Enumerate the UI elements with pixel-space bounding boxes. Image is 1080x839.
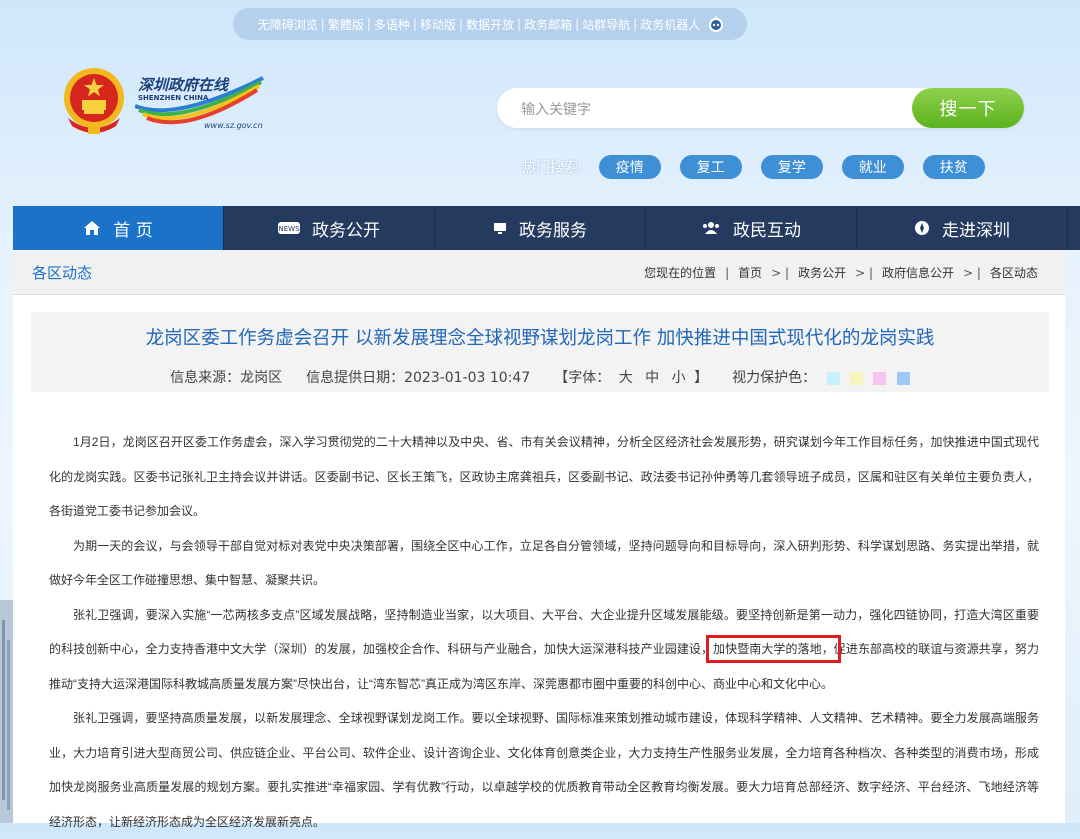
separator: |: [412, 17, 417, 31]
open-data-link[interactable]: 数据开放: [463, 16, 517, 33]
hot-tag-epidemic[interactable]: 疫情: [598, 155, 661, 179]
hot-search-label: 热门搜索:: [522, 160, 583, 176]
nav-explore-shenzhen[interactable]: 走进深圳: [857, 206, 1068, 250]
breadcrumb-home[interactable]: 首页: [735, 264, 765, 281]
search-box: 搜一下: [497, 88, 1024, 128]
gov-robot-link[interactable]: 政务机器人: [637, 16, 703, 33]
breadcrumb-gov-affairs[interactable]: 政务公开: [795, 264, 849, 281]
font-size-control: 【字体： 大 中 小 】: [554, 370, 709, 386]
breadcrumb: 您现在的位置 | 首页 > | 政务公开 > | 政府信息公开 > | 各区动态: [641, 264, 1041, 281]
eye-care-label: 视力保护色：: [732, 370, 817, 386]
eye-care-swatch-blue[interactable]: [896, 371, 910, 385]
article-body: 1月2日，龙岗区召开区委工作务虚会，深入学习贯彻党的二十大精神以及中央、省、市有…: [49, 425, 1039, 839]
nav-home-label: 首 页: [113, 220, 153, 241]
eye-care-swatch-pink[interactable]: [873, 371, 887, 385]
font-small-button[interactable]: 小: [672, 370, 686, 386]
nav-public-interaction[interactable]: 政民互动: [646, 206, 857, 250]
breadcrumb-bar: 各区动态 您现在的位置 | 首页 > | 政务公开 > | 政府信息公开 > |…: [13, 250, 1065, 295]
top-links-bar: 无障碍浏览 | 繁體版 | 多语种 | 移动版 | 数据开放 | 政务邮箱 | …: [233, 8, 747, 40]
paragraph-3: 张礼卫强调，要深入实施“一芯两核多支点”区域发展战略，坚持制造业当家，以大项目、…: [49, 607, 1039, 691]
nav-gov-affairs-public-label: 政务公开: [312, 220, 380, 241]
robot-icon[interactable]: [707, 15, 725, 33]
news-icon: NEWS: [278, 222, 300, 234]
section-title: 各区动态: [32, 264, 93, 282]
article-header: 龙岗区委工作务虚会召开 以新发展理念全球视野谋划龙岗工作 加快推进中国式现代化的…: [31, 312, 1049, 392]
separator: |: [575, 17, 580, 31]
breadcrumb-prefix: 您现在的位置: [644, 266, 717, 280]
home-icon: [83, 220, 101, 236]
nav-public-interaction-label: 政民互动: [733, 220, 801, 241]
national-emblem-logo: [64, 68, 124, 134]
accessibility-link[interactable]: 无障碍浏览: [255, 16, 321, 33]
hot-tag-resume-work[interactable]: 复工: [679, 155, 742, 179]
separator: |: [366, 17, 371, 31]
search-input[interactable]: [519, 97, 903, 121]
hot-tag-poverty-relief[interactable]: 扶贫: [922, 155, 985, 179]
paragraph-1: 1月2日，龙岗区召开区委工作务虚会，深入学习贯彻党的二十大精神以及中央、省、市有…: [49, 435, 1039, 518]
logo-english-text: SHENZHEN CHINA: [138, 94, 209, 102]
separator: |: [458, 17, 464, 31]
paragraph-2: 为期一天的会议，与会领导干部自觉对标对表党中央决策部署，围绕全区中心工作，立足各…: [49, 538, 1039, 588]
city-skyline-decoration: [0, 600, 13, 823]
svg-text:NEWS: NEWS: [278, 225, 300, 233]
nav-gov-services-label: 政务服务: [519, 220, 587, 241]
highlighted-text: 加快暨南大学的落地，: [706, 635, 841, 663]
paragraph-4: 张礼卫强调，要坚持高质量发展，以新发展理念、全球视野谋划龙岗工作。要以全球视野、…: [49, 711, 1039, 829]
eye-care-swatch-cyan[interactable]: [826, 371, 840, 385]
hot-tag-employment[interactable]: 就业: [841, 155, 904, 179]
article-meta: 信息来源：龙岗区 信息提供日期：2023-01-03 10:47 【字体： 大 …: [31, 367, 1049, 387]
separator: |: [633, 17, 638, 31]
mobile-version-link[interactable]: 移动版: [417, 16, 459, 33]
logo-chinese-text: 深圳政府在线: [138, 76, 229, 94]
font-large-button[interactable]: 大: [619, 370, 633, 386]
multilingual-link[interactable]: 多语种: [371, 16, 413, 33]
hot-tag-resume-school[interactable]: 复学: [760, 155, 823, 179]
article-date: 信息提供日期：2023-01-03 10:47: [306, 370, 531, 386]
article-source: 信息来源：龙岗区: [170, 370, 283, 386]
article-container: 龙岗区委工作务虚会召开 以新发展理念全球视野谋划龙岗工作 加快推进中国式现代化的…: [13, 295, 1065, 829]
font-medium-button[interactable]: 中: [645, 370, 659, 386]
breadcrumb-gov-info[interactable]: 政府信息公开: [879, 264, 957, 281]
gov-mailbox-link[interactable]: 政务邮箱: [521, 16, 575, 33]
eye-care-swatch-yellow[interactable]: [849, 371, 863, 385]
separator: |: [320, 17, 325, 31]
hot-search-bar: 热门搜索: 疫情 复工 复学 就业 扶贫: [522, 155, 1004, 179]
search-button[interactable]: 搜一下: [912, 88, 1024, 128]
users-icon: [701, 221, 721, 235]
compass-icon: [914, 220, 930, 236]
monitor-icon: [493, 222, 507, 235]
logo-url-text: www.sz.gov.cn: [204, 121, 263, 130]
nav-gov-services[interactable]: 政务服务: [435, 206, 646, 250]
article-title: 龙岗区委工作务虚会召开 以新发展理念全球视野谋划龙岗工作 加快推进中国式现代化的…: [145, 328, 935, 349]
nav-gov-affairs-public[interactable]: NEWS 政务公开: [224, 206, 435, 250]
separator: |: [517, 17, 522, 31]
site-navigation-link[interactable]: 站群导航: [579, 16, 633, 33]
breadcrumb-district-news[interactable]: 各区动态: [987, 264, 1041, 281]
main-nav: 首 页 NEWS 政务公开 政务服务 政民互动 走进深圳: [13, 206, 1080, 250]
traditional-chinese-link[interactable]: 繁體版: [325, 16, 367, 33]
eye-care-control: 视力保护色：: [732, 367, 910, 387]
nav-home[interactable]: 首 页: [13, 206, 224, 250]
nav-explore-shenzhen-label: 走进深圳: [942, 220, 1010, 241]
